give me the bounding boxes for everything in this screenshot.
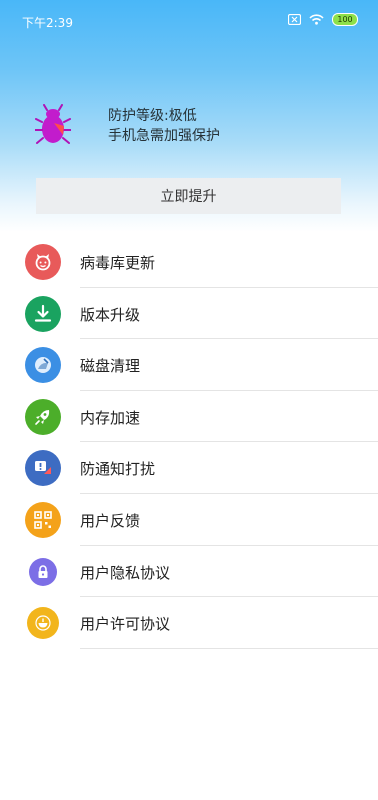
- download-icon: [25, 295, 61, 332]
- lock-icon: [29, 557, 57, 586]
- bug-icon: [35, 104, 71, 144]
- qr-code-icon: [25, 501, 61, 538]
- rocket-icon: [25, 398, 61, 435]
- menu-item-label: 用户许可协议: [80, 615, 171, 634]
- menu-item-label: 病毒库更新: [80, 254, 156, 272]
- menu-item-memory-boost[interactable]: 内存加速: [0, 391, 378, 443]
- menu-item-label: 用户反馈: [80, 511, 141, 530]
- status-bar: 下午2:39 100: [0, 0, 378, 42]
- status-time: 下午2:39: [22, 16, 73, 30]
- protection-status: 防护等级:极低 手机急需加强保护: [108, 106, 220, 146]
- disk-icon: [25, 347, 61, 384]
- virus-icon: [25, 244, 61, 280]
- menu-item-privacy-policy[interactable]: 用户隐私协议: [0, 546, 378, 598]
- divider: [80, 647, 378, 649]
- upgrade-now-button[interactable]: 立即提升: [36, 178, 341, 214]
- protection-warning: 手机急需加强保护: [108, 128, 220, 144]
- menu-item-label: 用户隐私协议: [80, 563, 171, 582]
- menu-item-label: 内存加速: [80, 408, 141, 427]
- menu-item-label: 版本升级: [80, 305, 141, 324]
- menu-item-virus-update[interactable]: 病毒库更新: [0, 236, 378, 288]
- menu-item-license-agreement[interactable]: 用户许可协议: [0, 597, 378, 649]
- menu-item-version-upgrade[interactable]: 版本升级: [0, 288, 378, 340]
- menu-item-notification-block[interactable]: 防通知打扰: [0, 442, 378, 494]
- wifi-icon: [309, 14, 324, 25]
- menu-item-label: 防通知打扰: [80, 460, 156, 479]
- battery-icon: 100: [332, 13, 358, 26]
- feature-menu: 病毒库更新 版本升级 磁盘清理 内存加速 防通知打扰 用户反馈 用户隐私协议 用…: [0, 236, 378, 649]
- status-icons: 100: [288, 13, 358, 26]
- cup-icon: [27, 607, 59, 640]
- protection-level: 防护等级:极低: [108, 108, 197, 124]
- menu-item-user-feedback[interactable]: 用户反馈: [0, 494, 378, 546]
- no-sim-icon: [288, 14, 301, 25]
- notification-block-icon: [25, 450, 61, 487]
- menu-item-label: 磁盘清理: [80, 357, 141, 376]
- menu-item-disk-cleanup[interactable]: 磁盘清理: [0, 339, 378, 391]
